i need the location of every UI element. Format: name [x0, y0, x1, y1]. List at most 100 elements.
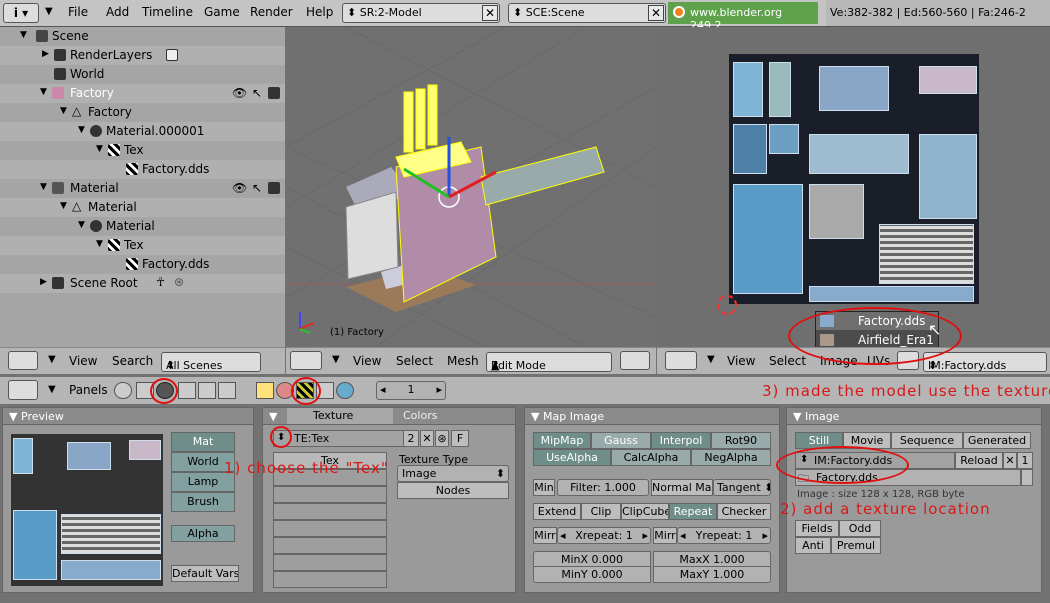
- image-view-menu[interactable]: View: [727, 354, 755, 368]
- draw-type-icon[interactable]: [620, 351, 650, 370]
- collapse-icon[interactable]: ▼: [48, 354, 56, 365]
- image-browse-field[interactable]: ⬍ IM:Factory.dds: [923, 352, 1047, 372]
- mesh-menu[interactable]: Mesh: [447, 354, 479, 368]
- outliner-row-material-mat[interactable]: ▼ Material: [0, 217, 285, 236]
- gauss-toggle[interactable]: Gauss: [591, 432, 651, 449]
- texture-unlink-button[interactable]: ✕: [420, 430, 434, 447]
- logic-context-icon[interactable]: [114, 382, 132, 399]
- expand-icon[interactable]: ▼: [96, 144, 103, 154]
- texture-fake-user-button[interactable]: F: [451, 430, 469, 447]
- premul-toggle[interactable]: Premul: [831, 537, 881, 554]
- collapse-icon[interactable]: ▼: [269, 410, 277, 423]
- scene-selector[interactable]: ⬍ SCE:Scene: [508, 3, 666, 23]
- select-arrow-icon[interactable]: ↖: [252, 181, 262, 195]
- preview-mat-button[interactable]: Mat: [171, 432, 235, 452]
- generated-source-tab[interactable]: Generated: [963, 432, 1031, 449]
- lamp-tab-icon[interactable]: [256, 382, 274, 399]
- tangent-select[interactable]: Tangent ⬍: [713, 479, 771, 496]
- collapse-icon[interactable]: ▼: [48, 384, 56, 395]
- frame-number-field[interactable]: ◂ 1 ▸: [376, 381, 446, 400]
- scene-context-icon[interactable]: [218, 382, 236, 399]
- nodes-button[interactable]: Nodes: [397, 482, 509, 499]
- default-vars-button[interactable]: Default Vars: [171, 565, 239, 582]
- editor-type-icon[interactable]: [290, 351, 322, 370]
- miny-field[interactable]: MinY 0.000: [533, 566, 651, 583]
- collapse-icon[interactable]: ▼: [531, 410, 539, 423]
- object-context-icon[interactable]: [178, 382, 196, 399]
- expand-icon[interactable]: ▶: [40, 277, 47, 287]
- pack-icon[interactable]: [1021, 469, 1033, 486]
- select-arrow-icon[interactable]: ↖: [252, 86, 262, 100]
- expand-icon[interactable]: ▼: [40, 87, 47, 97]
- decrement-icon[interactable]: ◂: [678, 528, 686, 543]
- filter-field[interactable]: Filter: 1.000: [557, 479, 649, 496]
- collapse-icon[interactable]: ▼: [9, 410, 17, 423]
- render-camera-icon[interactable]: [268, 182, 280, 194]
- collapse-menu-icon[interactable]: ▼: [45, 6, 53, 17]
- outliner-search-menu[interactable]: Search: [112, 354, 153, 368]
- collapse-icon[interactable]: ▼: [793, 410, 801, 423]
- expand-icon[interactable]: ▼: [40, 182, 47, 192]
- preview-brush-button[interactable]: Brush: [171, 492, 235, 512]
- editor-type-icon[interactable]: [8, 380, 38, 400]
- 3d-viewport[interactable]: (1) Factory: [286, 27, 656, 347]
- increment-icon[interactable]: ▸: [436, 382, 445, 397]
- world-tab-icon[interactable]: [336, 382, 354, 399]
- select-menu[interactable]: Select: [396, 354, 433, 368]
- channel-slot[interactable]: [273, 571, 387, 588]
- outliner-row-scene[interactable]: ▼ Scene: [0, 27, 285, 46]
- menu-help[interactable]: Help: [306, 5, 333, 19]
- channel-slot[interactable]: [273, 503, 387, 520]
- outliner-scenes-select[interactable]: All Scenes ⬍: [161, 352, 261, 372]
- view-menu[interactable]: View: [353, 354, 381, 368]
- outliner-row-scene-root[interactable]: ▶ Scene Root ☥ ⊛: [0, 274, 285, 293]
- maxy-field[interactable]: MaxY 1.000: [653, 566, 771, 583]
- mode-select[interactable]: ▲ Edit Mode ⬍: [486, 352, 612, 372]
- expand-icon[interactable]: ▼: [20, 30, 27, 40]
- sequence-source-tab[interactable]: Sequence: [891, 432, 963, 449]
- texture-auto-icon[interactable]: ⊛: [435, 430, 449, 447]
- clipcube-option[interactable]: ClipCube: [621, 503, 669, 520]
- reload-button[interactable]: Reload: [955, 452, 1003, 469]
- expand-icon[interactable]: ▶: [42, 49, 49, 59]
- info-icon[interactable]: i ▾: [3, 3, 39, 23]
- menu-game[interactable]: Game: [204, 5, 240, 19]
- decrement-icon[interactable]: ◂: [377, 382, 386, 397]
- editor-type-icon[interactable]: [665, 351, 697, 370]
- repeat-option[interactable]: Repeat: [669, 503, 717, 520]
- rot90-toggle[interactable]: Rot90: [711, 432, 771, 449]
- menu-timeline[interactable]: Timeline: [142, 5, 193, 19]
- image-unlink-button[interactable]: ✕: [1003, 452, 1017, 469]
- tab-colors[interactable]: Colors: [393, 408, 499, 424]
- expand-icon[interactable]: ▼: [60, 106, 67, 116]
- interpol-toggle[interactable]: Interpol: [651, 432, 711, 449]
- tab-texture[interactable]: Texture: [287, 408, 393, 424]
- collapse-icon[interactable]: ▼: [707, 354, 715, 365]
- outliner-row-world[interactable]: World: [0, 65, 285, 84]
- menu-add[interactable]: Add: [106, 5, 129, 19]
- odd-toggle[interactable]: Odd: [839, 520, 881, 537]
- outliner-row-renderlayers[interactable]: ▶ RenderLayers: [0, 46, 285, 65]
- checker-option[interactable]: Checker: [717, 503, 771, 520]
- blender-url[interactable]: www.blender.org 249.2: [668, 2, 818, 32]
- screen-delete-button[interactable]: ✕: [482, 5, 498, 21]
- visibility-eye-icon[interactable]: 👁: [232, 181, 247, 195]
- outliner-row-factory-object[interactable]: ▼ Factory 👁 ↖: [0, 84, 285, 103]
- outliner-row-image-2[interactable]: Factory.dds: [0, 255, 285, 274]
- uv-image-editor[interactable]: Factory.dds Airfield_Era1 ↖: [657, 27, 1050, 349]
- screen-selector[interactable]: ⬍ SR:2-Model: [342, 3, 500, 23]
- menu-render[interactable]: Render: [250, 5, 293, 19]
- menu-file[interactable]: File: [68, 5, 88, 19]
- outliner-view-menu[interactable]: View: [69, 354, 97, 368]
- usealpha-toggle[interactable]: UseAlpha: [533, 449, 611, 466]
- outliner-row-tex[interactable]: ▼ Tex: [0, 141, 285, 160]
- outliner-row-tex-2[interactable]: ▼ Tex: [0, 236, 285, 255]
- outliner-row-material-000001[interactable]: ▼ Material.000001: [0, 122, 285, 141]
- clip-option[interactable]: Clip: [581, 503, 621, 520]
- calcalpha-toggle[interactable]: CalcAlpha: [611, 449, 691, 466]
- min-toggle[interactable]: Min: [533, 479, 555, 496]
- decrement-icon[interactable]: ◂: [558, 528, 566, 543]
- increment-icon[interactable]: ▸: [642, 528, 650, 543]
- channel-slot[interactable]: [273, 554, 387, 571]
- texture-browse-field[interactable]: TE:Tex: [273, 430, 419, 447]
